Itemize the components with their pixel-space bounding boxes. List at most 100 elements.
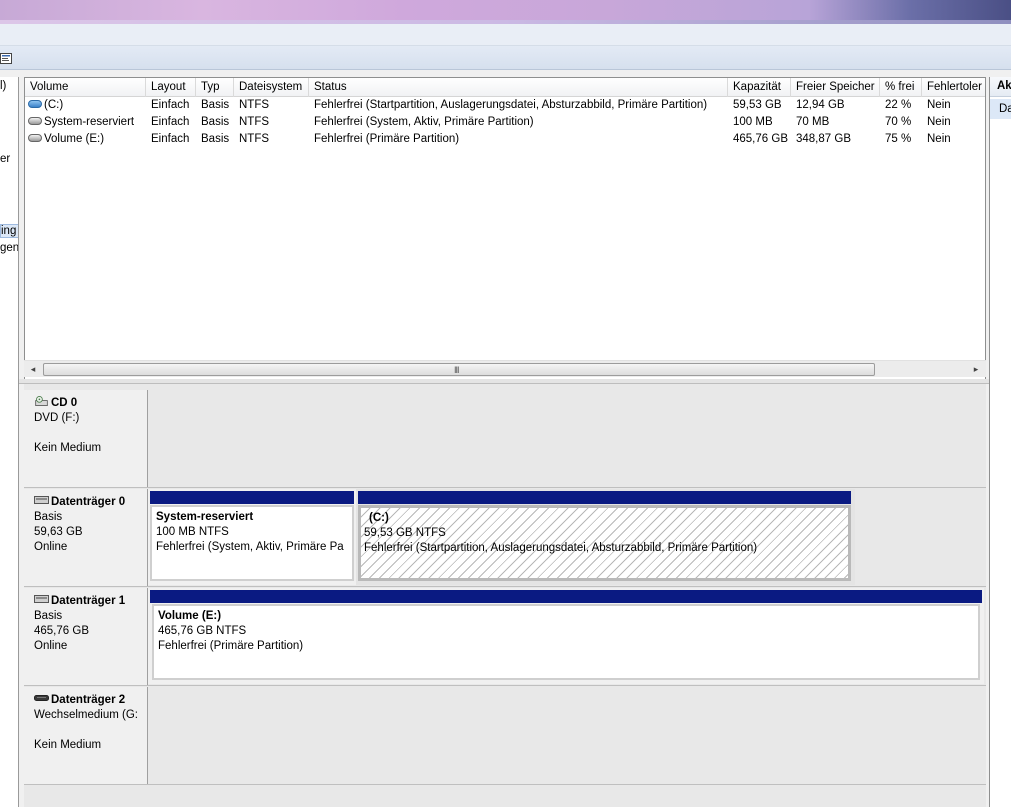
scroll-left-icon[interactable]: ◂ [26,363,40,376]
disk-row-disk2[interactable]: Datenträger 2 Wechselmedium (G: Kein Med… [24,687,986,785]
volume-disk-icon [28,133,42,142]
prozent-frei-cell: 22 % [885,99,912,111]
properties-icon[interactable] [0,52,13,65]
fehlertoleranz-cell: Nein [927,116,951,128]
disk-name: Datenträger 2 [51,694,126,706]
partition-status: Fehlerfrei (Startpartition, Auslagerungs… [364,542,758,554]
partition-status: Fehlerfrei (System, Aktiv, Primäre Pa [156,541,344,553]
column-header-typ[interactable]: Typ [196,78,234,97]
disk-name: Datenträger 1 [51,595,126,607]
partition-body[interactable]: (C:) 59,53 GB NTFS Fehlerfrei (Startpart… [358,505,851,581]
disk-state: Online [34,640,68,652]
prozent-frei-cell: 75 % [885,133,912,145]
status-cell: Fehlerfrei (Startpartition, Auslagerungs… [314,99,708,111]
typ-cell: Basis [201,116,230,128]
column-header-freier-speicher[interactable]: Freier Speicher [791,78,880,97]
disk-map: CD 0 DVD (F:) Kein Medium Datenträger 0 … [24,384,986,807]
partition-header [150,590,982,603]
column-header-volume[interactable]: Volume [25,78,146,97]
partition-strip: System-reserviert 100 MB NTFS Fehlerfrei… [148,489,855,585]
partition-status: Fehlerfrei (Primäre Partition) [158,640,304,652]
disk-state: Kein Medium [34,739,102,751]
disk-label[interactable]: Datenträger 0 Basis 59,63 GB Online [24,489,148,586]
nav-item[interactable]: l) [0,80,6,92]
partition-header [150,491,354,504]
disk-row-cd0[interactable]: CD 0 DVD (F:) Kein Medium [24,390,986,488]
nav-item[interactable]: gen [0,242,18,254]
scroll-right-icon[interactable]: ▸ [969,363,983,376]
layout-cell: Einfach [151,116,190,128]
table-row[interactable]: System-reserviert Einfach Basis NTFS Feh… [25,114,985,131]
typ-cell: Basis [201,133,230,145]
partition-header [358,491,851,504]
partition-size: 100 MB NTFS [156,526,229,538]
layout-cell: Einfach [151,99,190,111]
column-header-dateisystem[interactable]: Dateisystem [234,78,309,97]
status-cell: Fehlerfrei (System, Aktiv, Primäre Parti… [314,116,534,128]
nav-item[interactable]: er [0,153,10,165]
fs-cell: NTFS [239,133,270,145]
nav-item-selected[interactable]: ing [0,224,18,238]
partition-c[interactable]: (C:) 59,53 GB NTFS Fehlerfrei (Startpart… [356,489,855,585]
removable-disk-icon [34,695,49,702]
volume-cell: Volume (E:) [25,131,146,148]
disk-state: Online [34,541,68,553]
kapazitaet-cell: 100 MB [733,116,773,128]
navigation-pane[interactable]: l) er ing gen [0,77,19,807]
column-header-fehlertoleranz[interactable]: Fehlertoler [922,78,985,97]
toolbar [0,46,1011,70]
volume-name: System-reserviert [44,116,135,128]
partition-e[interactable]: Volume (E:) 465,76 GB NTFS Fehlerfrei (P… [148,588,984,684]
hard-disk-icon [34,496,49,505]
disk-row-disk1[interactable]: Datenträger 1 Basis 465,76 GB Online Vol… [24,588,986,686]
disk-type: DVD (F:) [34,412,80,424]
volume-disk-icon [28,99,42,108]
status-cell: Fehlerfrei (Primäre Partition) [314,133,460,145]
partition-size: 465,76 GB NTFS [158,625,247,637]
partition-name: (C:) [369,512,389,524]
freier-speicher-cell: 348,87 GB [796,133,851,145]
disk-label[interactable]: Datenträger 1 Basis 465,76 GB Online [24,588,148,685]
list-header: Volume Layout Typ Dateisystem Status Kap… [25,78,985,97]
volume-list[interactable]: Volume Layout Typ Dateisystem Status Kap… [24,77,986,380]
actions-pane[interactable]: Ak Da [989,77,1011,807]
horizontal-scrollbar[interactable]: ◂ III ▸ [24,360,986,377]
fs-cell: NTFS [239,99,270,111]
hard-disk-icon [34,595,49,604]
volume-disk-icon [28,116,42,125]
freier-speicher-cell: 12,94 GB [796,99,845,111]
table-row[interactable]: (C:) Einfach Basis NTFS Fehlerfrei (Star… [25,97,985,114]
disk-type: Basis [34,610,63,622]
table-row[interactable]: Volume (E:) Einfach Basis NTFS Fehlerfre… [25,131,985,148]
disk-name: Datenträger 0 [51,496,126,508]
volume-name: (C:) [44,99,64,111]
disk-label[interactable]: Datenträger 2 Wechselmedium (G: Kein Med… [24,687,148,784]
disk-row-disk0[interactable]: Datenträger 0 Basis 59,63 GB Online Syst… [24,489,986,587]
layout-cell: Einfach [151,133,190,145]
fehlertoleranz-cell: Nein [927,133,951,145]
column-header-prozent-frei[interactable]: % frei [880,78,922,97]
disk-state: Kein Medium [34,442,102,454]
cd-drive-icon [35,396,48,407]
column-header-status[interactable]: Status [309,78,728,97]
volume-cell: (C:) [25,97,146,114]
kapazitaet-cell: 465,76 GB [733,133,788,145]
partition-body[interactable]: Volume (E:) 465,76 GB NTFS Fehlerfrei (P… [152,604,980,680]
actions-header: Ak [990,77,1011,97]
actions-item[interactable]: Da [990,99,1011,119]
partition-system-reserved[interactable]: System-reserviert 100 MB NTFS Fehlerfrei… [148,489,356,585]
partition-body[interactable]: System-reserviert 100 MB NTFS Fehlerfrei… [150,505,354,581]
disk-size: 59,63 GB [34,526,83,538]
scrollbar-thumb[interactable]: III [43,363,875,376]
disk-name: CD 0 [51,397,78,409]
volume-name: Volume (E:) [44,133,105,145]
window-titlebar [0,0,1011,24]
menu-band [0,24,1011,46]
partition-name: System-reserviert [156,511,254,523]
fehlertoleranz-cell: Nein [927,99,951,111]
volume-cell: System-reserviert [25,114,146,131]
fs-cell: NTFS [239,116,270,128]
disk-label[interactable]: CD 0 DVD (F:) Kein Medium [24,390,148,487]
column-header-layout[interactable]: Layout [146,78,196,97]
column-header-kapazitaet[interactable]: Kapazität [728,78,791,97]
